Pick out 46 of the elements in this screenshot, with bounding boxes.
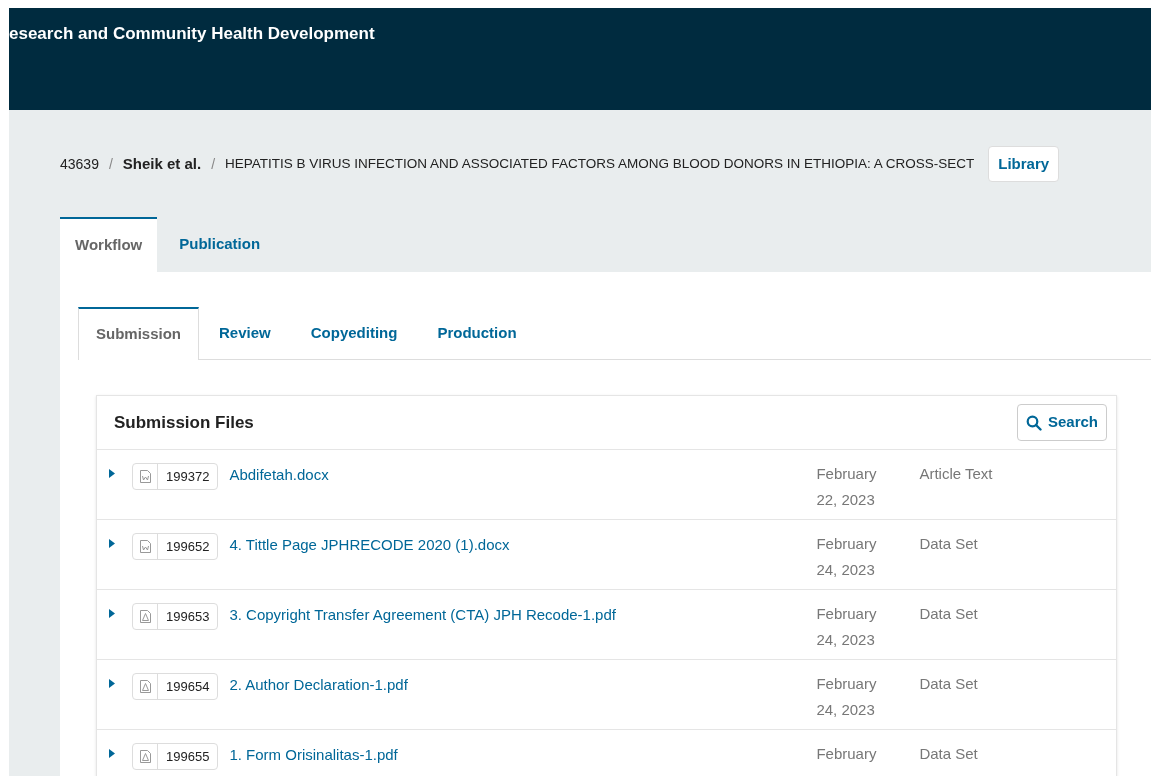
search-icon bbox=[1025, 414, 1042, 431]
expand-caret-icon[interactable] bbox=[109, 469, 115, 478]
word-file-icon bbox=[139, 540, 151, 553]
submission-id: 43639 bbox=[60, 154, 99, 174]
file-name-link[interactable]: 1. Form Orisinalitas-1.pdf bbox=[229, 744, 817, 767]
tab[interactable]: Review bbox=[199, 307, 291, 359]
tab[interactable]: Submission bbox=[78, 307, 199, 360]
tab[interactable]: Production bbox=[417, 307, 537, 359]
panel-title: Submission Files bbox=[114, 411, 254, 434]
file-type: Data Set bbox=[919, 604, 978, 624]
file-name-link[interactable]: 2. Author Declaration-1.pdf bbox=[229, 674, 817, 697]
file-id: 199653 bbox=[165, 607, 211, 626]
submission-authors: Sheik et al. bbox=[122, 153, 202, 174]
tab[interactable]: Publication bbox=[157, 217, 283, 272]
expand-caret-icon[interactable] bbox=[109, 749, 115, 758]
file-date: February bbox=[816, 744, 878, 764]
file-id: 199654 bbox=[165, 677, 211, 696]
file-type: Article Text bbox=[919, 464, 993, 484]
file-id: 199372 bbox=[165, 467, 211, 486]
library-button[interactable]: Library bbox=[988, 146, 1060, 182]
file-date: February 24, 2023 bbox=[816, 674, 878, 720]
expand-caret-icon[interactable] bbox=[109, 539, 115, 548]
file-date: February 24, 2023 bbox=[816, 534, 878, 580]
pdf-file-icon bbox=[139, 610, 151, 623]
search-button[interactable]: Search bbox=[1016, 404, 1107, 441]
file-name-link[interactable]: 4. Tittle Page JPHRECODE 2020 (1).docx bbox=[229, 534, 817, 557]
pdf-file-icon bbox=[139, 750, 151, 763]
expand-caret-icon[interactable] bbox=[109, 679, 115, 688]
file-type: Data Set bbox=[919, 534, 978, 554]
file-name-link[interactable]: Abdifetah.docx bbox=[229, 464, 817, 487]
expand-caret-icon[interactable] bbox=[109, 609, 115, 618]
word-file-icon bbox=[139, 470, 151, 483]
file-id: 199652 bbox=[165, 537, 211, 556]
breadcrumb-separator: / bbox=[211, 154, 216, 174]
file-type: Data Set bbox=[919, 674, 978, 694]
submission-title: HEPATITIS B VIRUS INFECTION AND ASSOCIATED FACTORS AMONG BLOOD DONORS IN ETHIOPIA: A CROSS-SECT bbox=[225, 154, 975, 173]
tab[interactable]: Workflow bbox=[60, 217, 158, 272]
file-name-link[interactable]: 3. Copyright Transfer Agreement (CTA) JPH Recode-1.pdf bbox=[229, 604, 817, 627]
tab[interactable]: Copyediting bbox=[290, 307, 418, 359]
file-date: February 24, 2023 bbox=[816, 604, 878, 650]
file-type: Data Set bbox=[919, 744, 978, 764]
pdf-file-icon bbox=[139, 680, 151, 693]
file-id: 199655 bbox=[165, 747, 211, 766]
breadcrumb-separator: / bbox=[108, 154, 113, 174]
site-title[interactable]: esearch and Community Health Development bbox=[9, 24, 375, 43]
file-date: February 22, 2023 bbox=[816, 464, 878, 510]
